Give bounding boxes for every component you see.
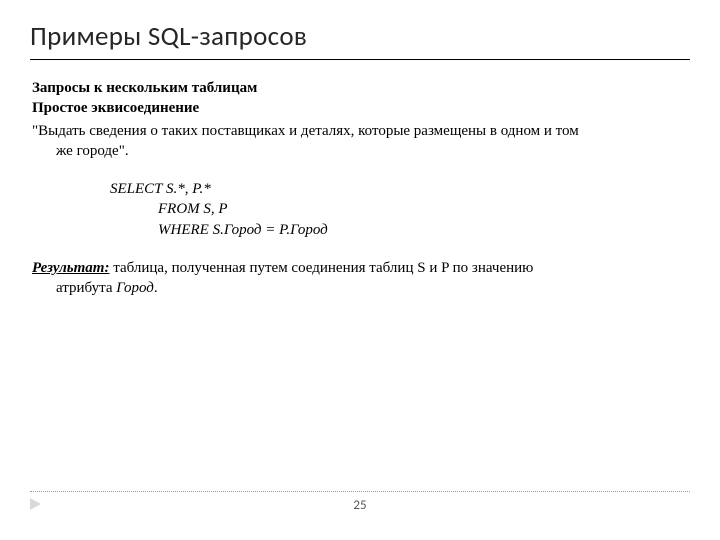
sql-code-block: SELECT S.*, P.* FROM S, P WHERE S.Город … [110,179,690,240]
page-number: 25 [353,498,366,513]
sql-select-line: SELECT S.*, P.* [110,179,690,199]
slide-title: Примеры SQL-запросов [30,20,690,60]
result-paragraph: Результат: таблица, полученная путем сое… [32,258,690,299]
query-description-line2: же городе". [32,141,690,161]
slide-footer: 25 [30,491,690,514]
section-heading-2: Простое эквисоединение [32,98,690,118]
query-description-line1: "Выдать сведения о таких поставщиках и д… [32,121,690,141]
footer-arrow-icon [30,498,41,510]
sql-from-line: FROM S, P [110,199,690,219]
sql-where-line: WHERE S.Город = P.Город [110,220,690,240]
slide-content: Запросы к нескольким таблицам Простое эк… [30,78,690,298]
result-attribute: Город [116,280,154,296]
section-heading-1: Запросы к нескольким таблицам [32,78,690,98]
result-text-suffix: . [154,280,158,296]
result-label: Результат: [32,260,109,276]
result-text-1: таблица, полученная путем соединения таб… [109,260,533,276]
result-text-prefix: атрибута [56,280,116,296]
result-text-2: атрибута Город. [32,278,690,298]
